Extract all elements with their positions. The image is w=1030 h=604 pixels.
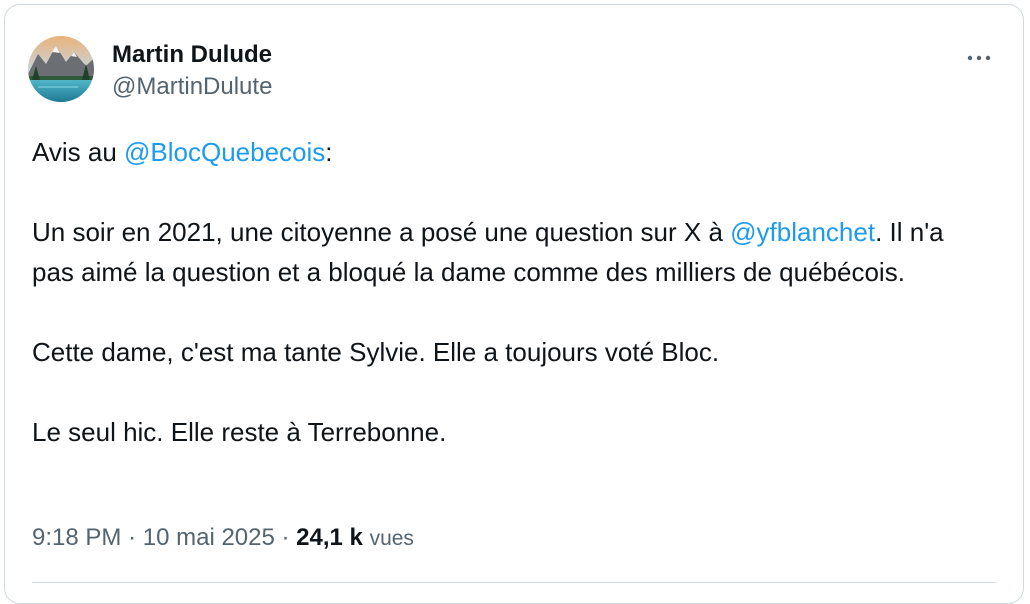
views-count[interactable]: 24,1 k bbox=[296, 524, 363, 551]
avatar-image bbox=[28, 36, 94, 102]
tweet-header: Martin Dulude @MartinDulute bbox=[28, 36, 998, 108]
tweet-paragraph-3: Cette dame, c'est ma tante Sylvie. Elle … bbox=[32, 337, 720, 367]
text-segment: Avis au bbox=[32, 137, 125, 167]
tweet-text: Avis au @BlocQuebecois: Un soir en 2021,… bbox=[32, 132, 992, 452]
tweet-paragraph-1: Avis au @BlocQuebecois: bbox=[32, 132, 992, 172]
tweet-paragraph-4: Le seul hic. Elle reste à Terrebonne. bbox=[32, 417, 447, 447]
tweet-paragraph-2: Un soir en 2021, une citoyenne a posé un… bbox=[32, 212, 992, 292]
avatar[interactable] bbox=[28, 36, 94, 102]
author-display-name[interactable]: Martin Dulude bbox=[112, 40, 272, 70]
separator: · bbox=[128, 524, 137, 551]
mention-link-blocquebecois[interactable]: @BlocQuebecois bbox=[124, 137, 325, 167]
author-names: Martin Dulude @MartinDulute bbox=[112, 40, 272, 102]
separator: · bbox=[281, 524, 290, 551]
more-options-button[interactable] bbox=[964, 46, 994, 70]
text-segment: Un soir en 2021, une citoyenne a posé un… bbox=[32, 217, 731, 247]
tweet-date[interactable]: 10 mai 2025 bbox=[143, 524, 275, 551]
text-segment: : bbox=[325, 137, 333, 167]
divider bbox=[32, 582, 996, 583]
tweet-meta: 9:18 PM · 10 mai 2025 · 24,1 k vues bbox=[32, 520, 414, 557]
mention-link-yfblanchet[interactable]: @yfblanchet bbox=[730, 217, 875, 247]
tweet-time[interactable]: 9:18 PM bbox=[32, 524, 121, 551]
author-handle[interactable]: @MartinDulute bbox=[112, 72, 272, 102]
more-dots-icon bbox=[967, 55, 991, 61]
views-label: vues bbox=[369, 527, 414, 550]
